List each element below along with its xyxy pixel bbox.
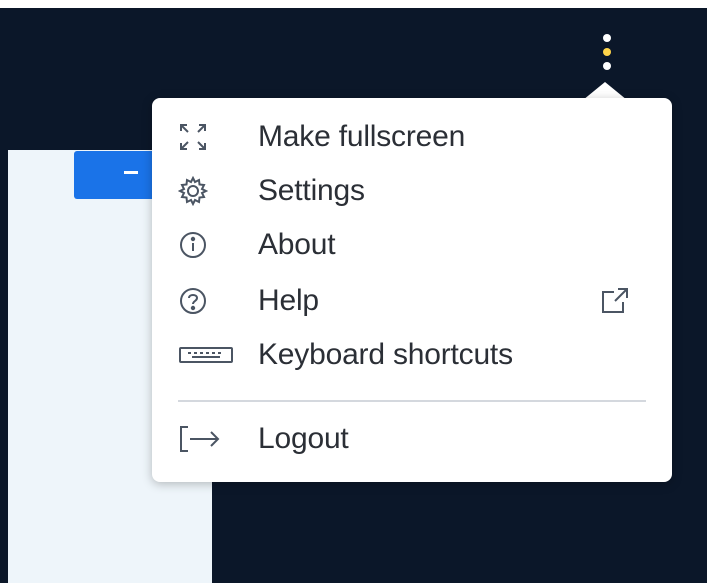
help-icon <box>178 285 234 317</box>
menu-item-label: Logout <box>258 422 349 455</box>
overflow-menu: Make fullscreen Settings About Help Keyb… <box>152 98 672 482</box>
menu-item-settings[interactable]: Settings <box>152 166 672 216</box>
more-options-icon[interactable] <box>596 34 618 70</box>
menu-item-label: Keyboard shortcuts <box>258 338 513 371</box>
menu-item-label: Make fullscreen <box>258 120 466 153</box>
fullscreen-icon <box>178 121 234 153</box>
external-link-icon <box>600 286 630 320</box>
menu-item-make-fullscreen[interactable]: Make fullscreen <box>152 112 672 162</box>
menu-item-keyboard-shortcuts[interactable]: Keyboard shortcuts <box>152 330 672 380</box>
menu-item-help[interactable]: Help <box>152 276 672 326</box>
menu-item-logout[interactable]: Logout <box>152 414 672 464</box>
menu-item-label: Settings <box>258 174 365 207</box>
kebab-dot <box>603 62 611 70</box>
menu-item-about[interactable]: About <box>152 220 672 270</box>
gear-icon <box>178 175 234 207</box>
menu-item-label: About <box>258 228 336 261</box>
menu-item-label: Help <box>258 284 319 317</box>
keyboard-icon <box>178 339 234 371</box>
logout-icon <box>178 423 234 455</box>
minus-icon <box>124 171 138 174</box>
menu-divider <box>178 400 646 402</box>
top-page-strip <box>0 0 707 8</box>
kebab-dot <box>603 34 611 42</box>
info-icon <box>178 229 234 261</box>
kebab-dot <box>603 48 611 56</box>
